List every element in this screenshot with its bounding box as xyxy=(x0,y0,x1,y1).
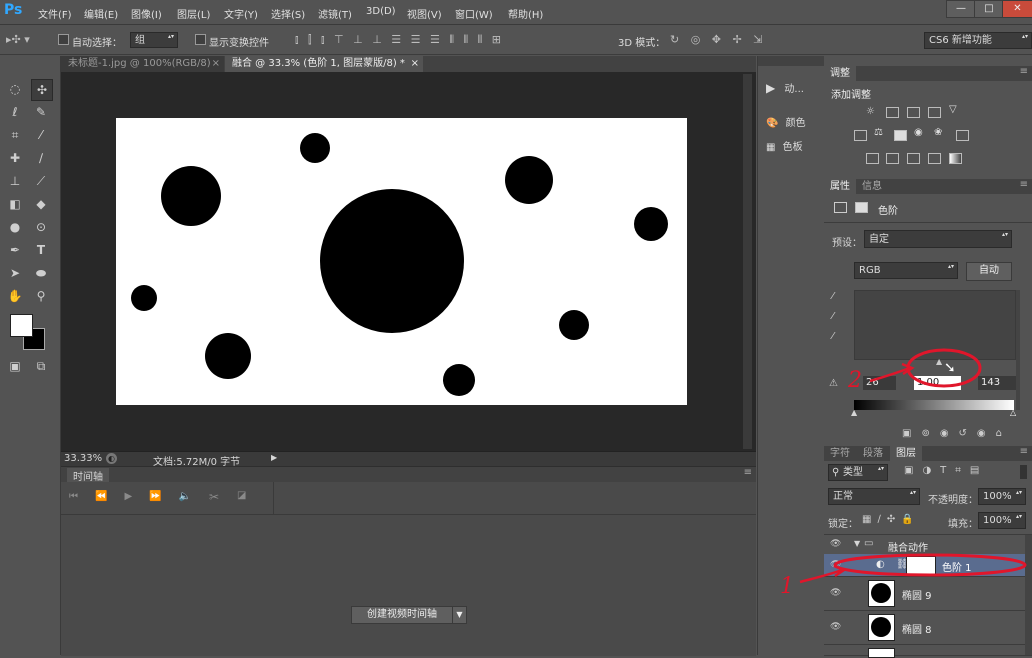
annotation-step-1: 1 xyxy=(780,574,794,599)
annotation-step-2: 2 xyxy=(848,368,862,393)
annotation-overlay xyxy=(799,348,1027,584)
